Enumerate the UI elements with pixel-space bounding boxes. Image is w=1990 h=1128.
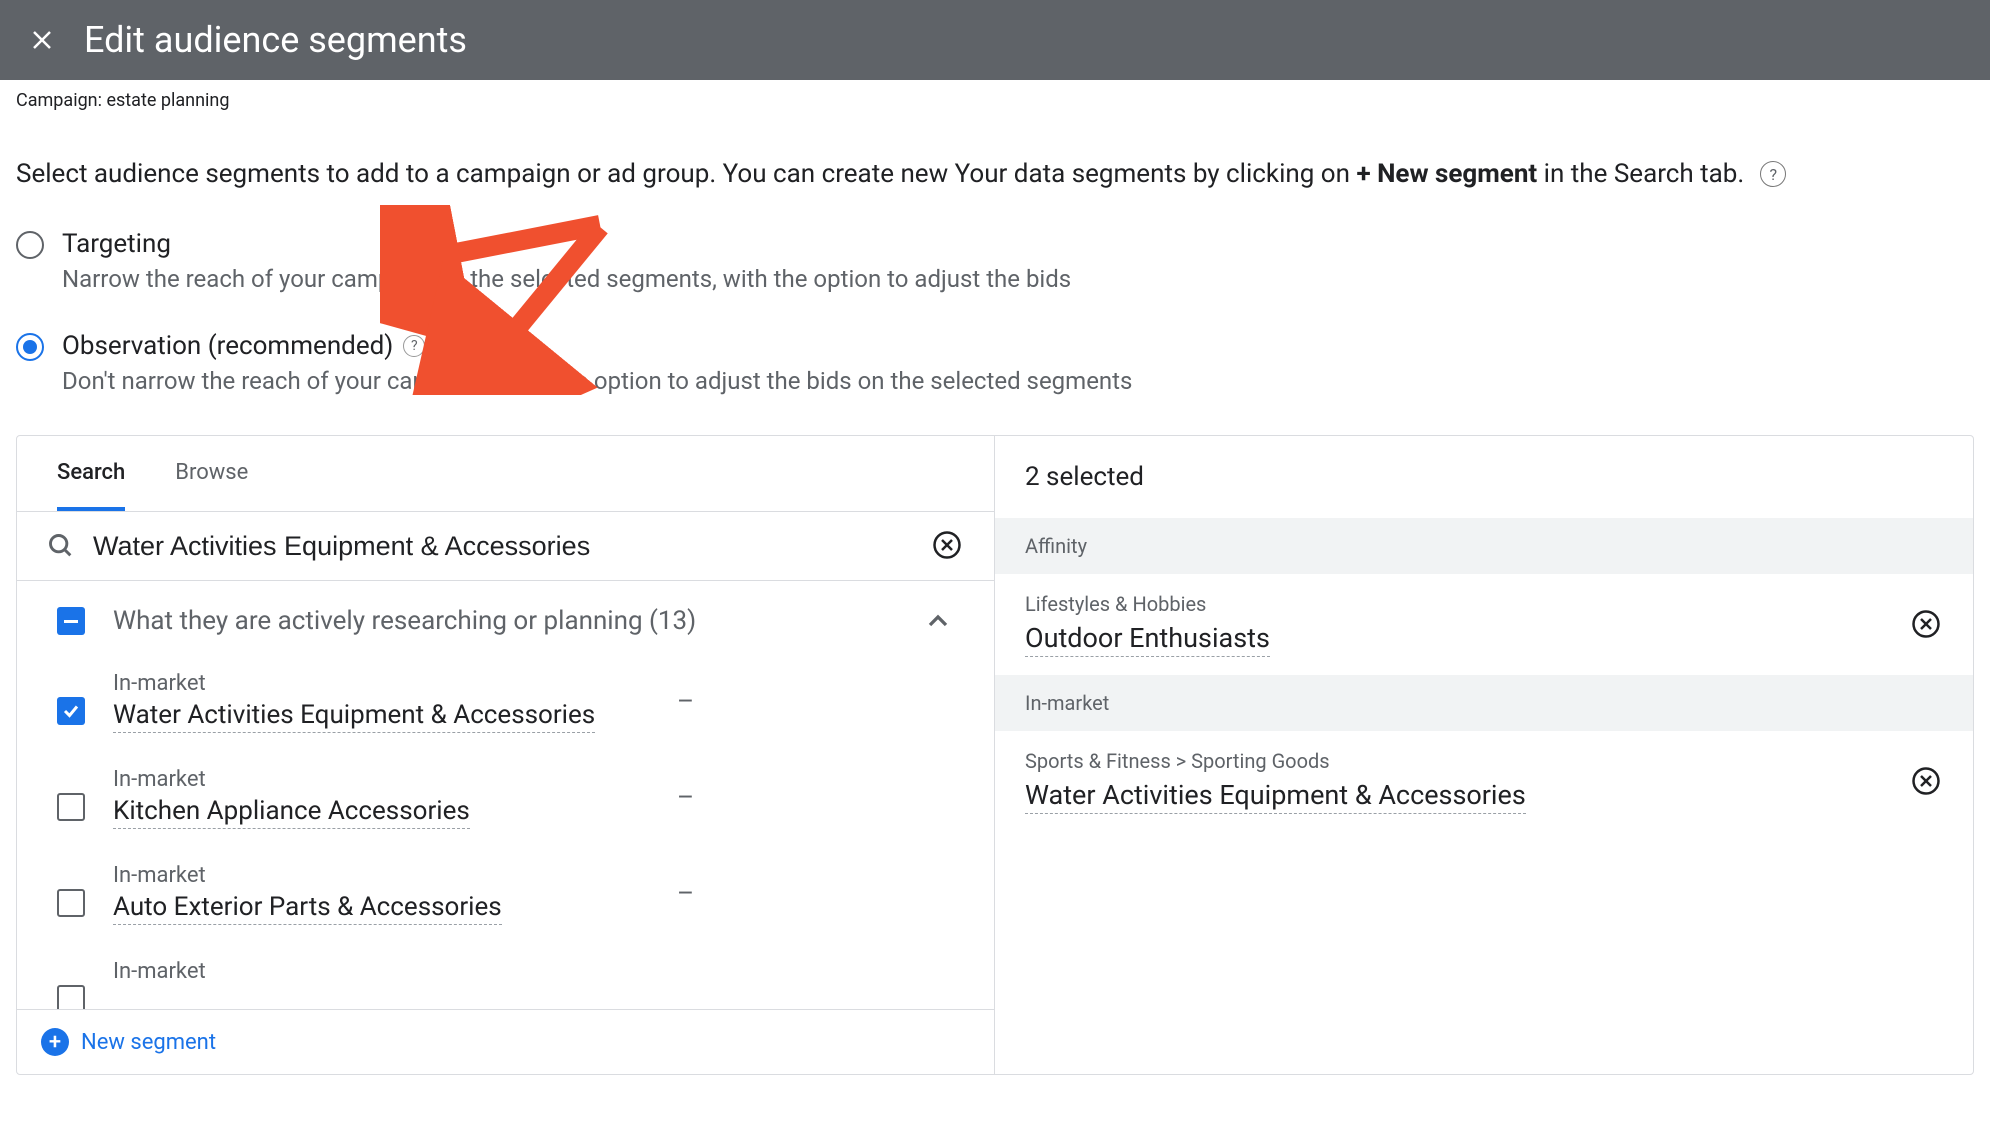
- checkbox-empty-icon[interactable]: [57, 889, 85, 917]
- radio-unchecked-icon: [16, 231, 44, 259]
- close-circle-icon: [932, 530, 962, 560]
- item-indicator: –: [677, 687, 694, 717]
- item-category: In-market: [113, 863, 502, 888]
- selected-item: Sports & Fitness > Sporting Goods Water …: [995, 731, 1973, 832]
- description-text: Select audience segments to add to a cam…: [0, 119, 1990, 219]
- selected-name: Water Activities Equipment & Accessories: [1025, 779, 1526, 814]
- clear-search-button[interactable]: [932, 530, 964, 562]
- close-circle-icon: [1911, 609, 1941, 639]
- tab-browse[interactable]: Browse: [175, 436, 248, 511]
- item-category: In-market: [113, 767, 470, 792]
- targeting-title: Targeting: [62, 229, 1071, 259]
- observation-title: Observation (recommended) ?: [62, 331, 1132, 361]
- results-list: What they are actively researching or pl…: [17, 581, 994, 1009]
- search-input[interactable]: [93, 531, 914, 562]
- checkbox-indeterminate-icon[interactable]: [57, 607, 85, 635]
- item-name: Water Activities Equipment & Accessories: [113, 700, 595, 733]
- observation-option[interactable]: Observation (recommended) ? Don't narrow…: [16, 331, 1974, 395]
- checkbox-empty-icon[interactable]: [57, 793, 85, 821]
- group-label: What they are actively researching or pl…: [113, 606, 894, 636]
- selected-pane: 2 selected Affinity Lifestyles & Hobbies…: [995, 436, 1973, 1074]
- help-icon[interactable]: ?: [403, 335, 425, 357]
- section-header: Affinity: [995, 518, 1973, 574]
- segment-item[interactable]: In-market Kitchen Appliance Accessories …: [17, 757, 994, 853]
- remove-selected-button[interactable]: [1911, 609, 1943, 641]
- segment-item[interactable]: In-market Auto Exterior Parts & Accessor…: [17, 853, 994, 949]
- group-header[interactable]: What they are actively researching or pl…: [17, 581, 994, 661]
- radio-checked-icon: [16, 333, 44, 361]
- targeting-option[interactable]: Targeting Narrow the reach of your campa…: [16, 229, 1974, 293]
- search-row: [17, 512, 994, 581]
- breadcrumb: Campaign: estate planning: [0, 80, 1990, 119]
- search-icon: [47, 532, 75, 560]
- plus-circle-icon: +: [41, 1028, 69, 1056]
- tabs-row: Search Browse: [17, 436, 994, 512]
- selected-item: Lifestyles & Hobbies Outdoor Enthusiasts: [995, 574, 1973, 675]
- item-indicator: –: [677, 879, 694, 909]
- item-category: In-market: [113, 671, 595, 696]
- segment-item[interactable]: In-market Water Activities Equipment & A…: [17, 661, 994, 757]
- chevron-up-icon: [922, 605, 954, 637]
- close-circle-icon: [1911, 766, 1941, 796]
- remove-selected-button[interactable]: [1911, 766, 1943, 798]
- item-name: Kitchen Appliance Accessories: [113, 796, 470, 829]
- targeting-subtitle: Narrow the reach of your campaign to the…: [62, 265, 1071, 293]
- scope-radio-group: Targeting Narrow the reach of your campa…: [0, 219, 1990, 435]
- item-name: Auto Exterior Parts & Accessories: [113, 892, 502, 925]
- item-category: In-market: [113, 959, 206, 984]
- close-icon: [30, 28, 54, 52]
- selected-path: Sports & Fitness > Sporting Goods: [1025, 749, 1911, 773]
- checkbox-checked-icon[interactable]: [57, 697, 85, 725]
- segments-left-pane: Search Browse What they are actively res…: [17, 436, 995, 1074]
- segments-panel: Search Browse What they are actively res…: [16, 435, 1974, 1075]
- selected-count: 2 selected: [995, 436, 1973, 518]
- section-header: In-market: [995, 675, 1973, 731]
- new-segment-button[interactable]: + New segment: [17, 1009, 994, 1074]
- modal-header: Edit audience segments: [0, 0, 1990, 80]
- help-icon[interactable]: ?: [1760, 161, 1786, 187]
- new-segment-label: New segment: [81, 1030, 216, 1055]
- close-button[interactable]: [24, 22, 60, 58]
- modal-title: Edit audience segments: [84, 19, 467, 61]
- segment-item[interactable]: In-market: [17, 949, 994, 1009]
- selected-path: Lifestyles & Hobbies: [1025, 592, 1911, 616]
- item-indicator: –: [677, 783, 694, 813]
- selected-name: Outdoor Enthusiasts: [1025, 622, 1270, 657]
- checkbox-empty-icon[interactable]: [57, 985, 85, 1009]
- observation-subtitle: Don't narrow the reach of your campaign,…: [62, 367, 1132, 395]
- tab-search[interactable]: Search: [57, 436, 125, 511]
